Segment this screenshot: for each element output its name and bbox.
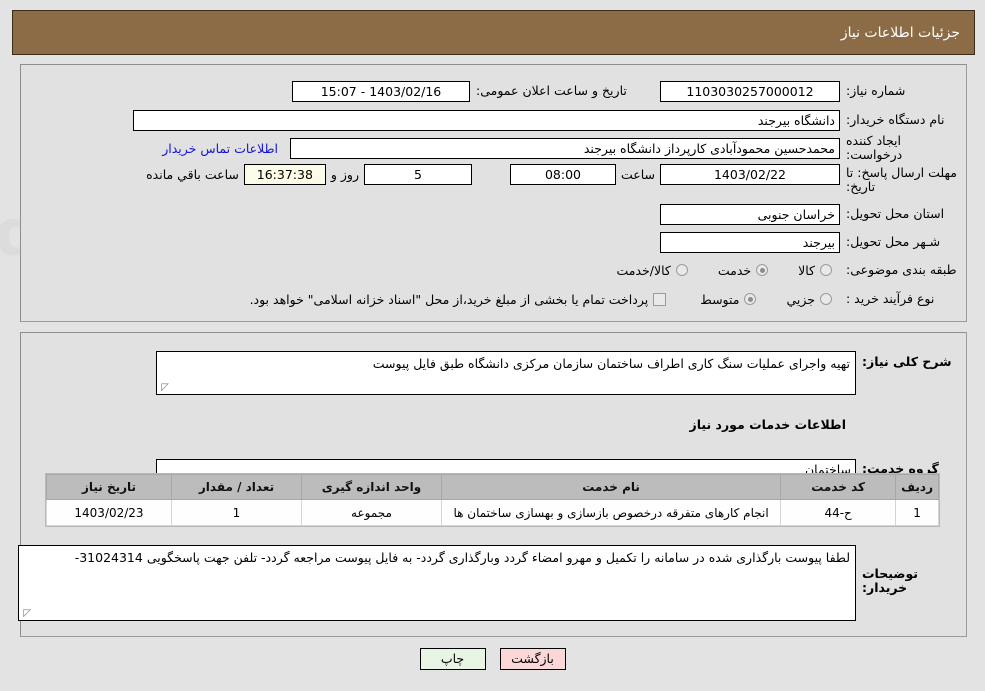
province-value: خراسان جنوبی (660, 203, 840, 225)
back-button[interactable]: بازگشت (499, 648, 566, 670)
print-button[interactable]: چاپ (419, 648, 486, 670)
buyer-notes-label: توضیحات خریدار: (862, 566, 918, 595)
radio-icon-kala[interactable] (820, 264, 832, 276)
radio-category-kala[interactable]: کالا (798, 263, 832, 278)
resize-grip-icon[interactable]: ◸ (159, 383, 169, 393)
row-deadline: مهلت ارسال پاسخ: تا تاریخ: 1403/02/22 سا… (141, 164, 958, 198)
announce-datetime-value: 1403/02/16 - 15:07 (292, 80, 470, 102)
radio-category-kala-khedmat[interactable]: کالا/خدمت (616, 262, 688, 278)
province-label: استان محل تحویل: (846, 206, 945, 221)
need-number-label: شماره نیاز: (846, 83, 906, 98)
city-value: بیرجند (660, 231, 840, 253)
buyer-notes-value[interactable]: لطفا پیوست بارگذاری شده در سامانه را تکم… (18, 545, 856, 621)
process-label: نوع فرآیند خرید : (846, 291, 935, 306)
general-desc-value[interactable]: تهیه واجرای عملیات سنگ کاری اطراف ساختما… (156, 351, 856, 395)
radio-process-jozi[interactable]: جزیي (786, 292, 832, 307)
remaining-days-suffix: روز و (330, 167, 359, 182)
cell-quantity: 1 (171, 499, 302, 526)
need-summary-panel: شماره نیاز: 1103030257000012 تاریخ و ساع… (20, 64, 967, 322)
treasury-checkbox[interactable] (653, 292, 667, 306)
radio-process-motevaset[interactable]: متوسط (700, 291, 757, 307)
deadline-hour-label: ساعت (620, 167, 655, 182)
services-table: ردیف کد خدمت نام خدمت واحد اندازه گیری ت… (46, 474, 939, 526)
creator-value: محمدحسین محمودآبادی کارپرداز دانشگاه بیر… (290, 137, 840, 159)
page-header: جزئیات اطلاعات نیاز (12, 10, 975, 55)
th-unit: واحد اندازه گیری (301, 474, 442, 500)
cell-service-name: انجام کارهای متفرقه درخصوص بازسازی و بهس… (440, 499, 782, 526)
general-desc-label: شرح کلی نیاز: (862, 354, 952, 369)
category-label: طبقه بندی موضوعی: (846, 262, 957, 277)
services-section-title: اطلاعات خدمات مورد نیاز (689, 417, 847, 432)
row-process-type: نوع فرآیند خرید : جزیي متوسط پرداخت تمام… (245, 287, 958, 311)
th-quantity: تعداد / مقدار (171, 474, 302, 500)
radio-icon-motevaset[interactable] (744, 293, 757, 305)
cell-need-date: 1403/02/23 (46, 499, 172, 526)
radio-label-kala: کالا (798, 262, 815, 278)
page-root: جزئیات اطلاعات نیاز ranaTender.net A شما… (0, 0, 985, 691)
table-header-row: ردیف کد خدمت نام خدمت واحد اندازه گیری ت… (46, 474, 939, 500)
remaining-time-suffix: ساعت باقي مانده (146, 167, 239, 182)
buyer-contact-link[interactable]: اطلاعات تماس خریدار (158, 141, 282, 156)
services-table-wrapper: ردیف کد خدمت نام خدمت واحد اندازه گیری ت… (45, 473, 940, 527)
general-desc-text: تهیه واجرای عملیات سنگ کاری اطراف ساختما… (372, 356, 850, 371)
radio-icon-jozi[interactable] (820, 293, 832, 305)
need-number-value: 1103030257000012 (660, 80, 840, 102)
cell-row-no: 1 (895, 499, 939, 526)
row-buyer-notes: توضیحات خریدار: لطفا پیوست بارگذاری شده … (18, 545, 958, 621)
cell-unit: مجموعه (301, 499, 442, 526)
remaining-time-value: 16:37:38 (243, 164, 326, 185)
deadline-label: مهلت ارسال پاسخ: تا تاریخ: (846, 165, 957, 194)
treasury-text: پرداخت تمام یا بخشی از مبلغ خرید،از محل … (249, 291, 649, 307)
radio-label-jozi: جزیي (786, 291, 815, 307)
deadline-date-value: 1403/02/22 (660, 164, 840, 185)
resize-grip-icon-notes[interactable]: ◸ (21, 609, 31, 619)
action-button-bar: بازگشت چاپ (0, 648, 985, 670)
radio-icon-khedmat[interactable] (756, 264, 769, 276)
th-need-date: تاریخ نیاز (46, 474, 172, 500)
page-title: جزئیات اطلاعات نیاز (840, 24, 960, 41)
row-creator: ایجاد کننده درخواست: محمدحسین محمودآبادی… (158, 133, 958, 162)
th-service-code: کد خدمت (780, 474, 897, 500)
row-province: استان محل تحویل: خراسان جنوبی (660, 202, 958, 226)
row-city: شـهر محل تحویل: بیرجند (660, 230, 958, 254)
cell-service-code: ح-44 (780, 499, 897, 526)
announce-datetime-label: تاریخ و ساعت اعلان عمومی: (476, 83, 627, 98)
creator-label: ایجاد کننده درخواست: (846, 133, 903, 162)
buyer-org-value: دانشگاه بیرجند (133, 109, 840, 131)
row-announce-datetime: تاریخ و ساعت اعلان عمومی: 1403/02/16 - 1… (292, 79, 660, 103)
radio-icon-kala-khedmat[interactable] (675, 264, 688, 276)
buyer-org-label: نام دستگاه خریدار: (846, 112, 945, 127)
row-need-number: شماره نیاز: 1103030257000012 (660, 79, 958, 103)
deadline-hour-value: 08:00 (509, 164, 616, 185)
th-row-no: ردیف (895, 474, 939, 500)
row-buyer-org: نام دستگاه خریدار: دانشگاه بیرجند (133, 108, 958, 132)
remaining-days-value: 5 (363, 164, 472, 185)
row-category: طبقه بندی موضوعی: کالا خدمت کالا/خدمت (616, 258, 958, 282)
buyer-notes-text: لطفا پیوست بارگذاری شده در سامانه را تکم… (74, 550, 850, 565)
radio-category-khedmat[interactable]: خدمت (717, 262, 769, 278)
row-general-desc: شرح کلی نیاز: تهیه واجرای عملیات سنگ کار… (156, 351, 958, 395)
th-service-name: نام خدمت (440, 474, 782, 500)
table-row[interactable]: 1 ح-44 انجام کارهای متفرقه درخصوص بازساز… (46, 499, 939, 526)
radio-label-khedmat: خدمت (717, 262, 752, 278)
radio-label-motevaset: متوسط (700, 291, 740, 307)
radio-label-kala-khedmat: کالا/خدمت (616, 262, 671, 278)
city-label: شـهر محل تحویل: (846, 234, 941, 249)
